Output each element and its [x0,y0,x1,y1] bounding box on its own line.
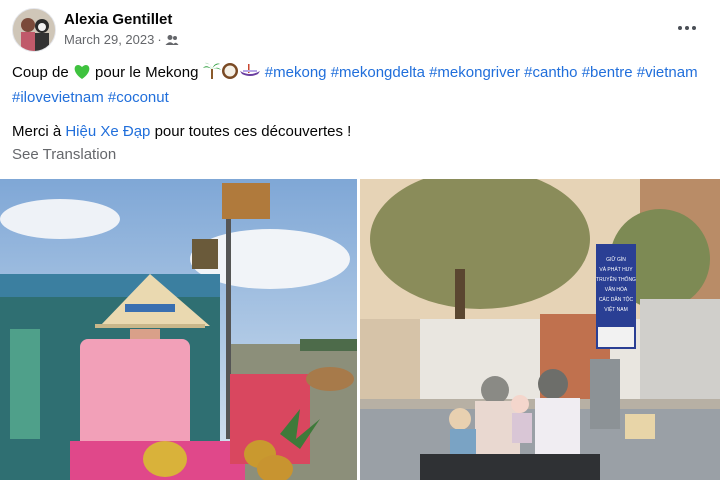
photo-market-vendor[interactable] [0,179,357,480]
meta-separator: · [157,32,162,47]
avatar-image [13,9,55,51]
green-heart-icon [73,63,91,87]
svg-text:TRUYỀN THỐNG: TRUYỀN THỐNG [596,276,636,283]
svg-text:VIỆT NAM: VIỆT NAM [604,305,628,313]
post-header: Alexia Gentillet March 29, 2023 · [12,8,708,52]
svg-text:VÀ PHÁT HUY: VÀ PHÁT HUY [599,266,633,273]
photo-street-scooter[interactable]: GIỮ GÌN VÀ PHÁT HUY TRUYỀN THỐNG VĂN HÓA… [360,179,720,480]
hashtag-ilovevietnam[interactable]: #ilovevietnam [12,89,104,106]
palm-tree-icon [202,62,221,87]
line2-prefix: Merci à [12,123,66,140]
hashtag-mekongriver[interactable]: #mekongriver [429,64,520,81]
coconut-icon [221,62,239,87]
hashtag-cantho[interactable]: #cantho [524,64,577,81]
canoe-icon [239,62,261,87]
svg-text:GIỮ GÌN: GIỮ GÌN [606,256,626,263]
svg-text:CÁC DÂN TỘC: CÁC DÂN TỘC [599,296,634,303]
mention-link[interactable]: Hiệu Xe Đạp [65,123,150,140]
text-middle: pour le Mekong [90,64,203,81]
see-translation-link[interactable]: See Translation [12,146,116,163]
post-meta: March 29, 2023 · [64,32,179,47]
street-scooter-image: GIỮ GÌN VÀ PHÁT HUY TRUYỀN THỐNG VĂN HÓA… [360,179,720,480]
author-name[interactable]: Alexia Gentillet [64,11,172,28]
hashtag-coconut[interactable]: #coconut [108,89,169,106]
post-line-2: Merci à Hiệu Xe Đạp pour toutes ces déco… [12,121,708,143]
photo-grid: GIỮ GÌN VÀ PHÁT HUY TRUYỀN THỐNG VĂN HÓA… [0,179,720,480]
avatar[interactable] [12,8,56,52]
hashtag-bentre[interactable]: #bentre [582,64,633,81]
post-date[interactable]: March 29, 2023 [64,32,154,47]
friends-icon [165,34,179,45]
post-text: Coup de pour le Mekong #mekong #mekongde… [12,62,708,143]
more-options-icon[interactable] [672,18,702,38]
hashtag-mekongdelta[interactable]: #mekongdelta [331,64,425,81]
hashtag-vietnam[interactable]: #vietnam [637,64,698,81]
hashtag-mekong[interactable]: #mekong [265,64,327,81]
post-line-1: Coup de pour le Mekong #mekong #mekongde… [12,62,708,109]
text-prefix: Coup de [12,64,73,81]
market-vendor-image [0,179,357,480]
svg-text:VĂN HÓA: VĂN HÓA [605,286,628,293]
line2-suffix: pour toutes ces découvertes ! [150,123,352,140]
